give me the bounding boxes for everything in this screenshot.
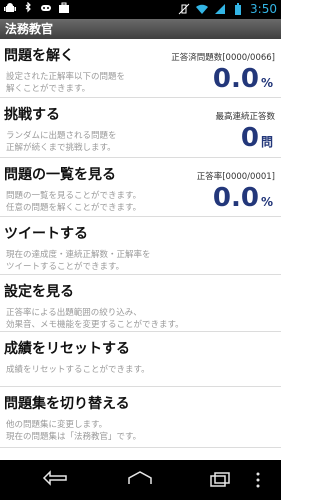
stat-label: 正答済問題数[0000/0066]	[171, 53, 275, 63]
stat-value: 0.0%	[212, 64, 273, 94]
stat-value: 0.0%	[212, 183, 273, 213]
menu-item-desc: 他の問題集に変更します。 現在の問題集は「法務教官」です。	[6, 420, 142, 442]
briefcase-icon	[59, 2, 69, 13]
menu-item-desc: ランダムに出題される問題を 正解が続くまで挑戦します。	[6, 131, 117, 153]
clock: 3:50	[250, 2, 277, 16]
menu-item-settings[interactable]: 設定を見る 正答率による出題範囲の絞り込み、 効果音、メモ機能を変更することがで…	[0, 275, 281, 332]
menu-item-solve[interactable]: 問題を解く 設定された正解率以下の問題を 解くことができます。 正答済問題数[0…	[0, 39, 281, 98]
menu-item-tweet[interactable]: ツイートする 現在の達成度・連続正解数・正解率を ツイートすることができます。	[0, 217, 281, 275]
app-title: 法務教官	[5, 22, 54, 36]
menu-item-desc: 設定された正解率以下の問題を 解くことができます。	[6, 72, 126, 94]
wifi-icon	[196, 4, 209, 14]
menu-item-desc: 問題の一覧を見ることができます。 任意の問題を解くことができます。	[6, 191, 142, 213]
menu-item-list[interactable]: 問題の一覧を見る 問題の一覧を見ることができます。 任意の問題を解くことができま…	[0, 158, 281, 217]
menu-item-title: 問題を解く	[4, 48, 74, 64]
stat-value: 0問	[240, 123, 273, 153]
menu-item-title: 問題の一覧を見る	[4, 167, 116, 183]
battery-icon	[235, 3, 242, 15]
menu-item-title: 設定を見る	[4, 284, 74, 300]
navigation-bar	[0, 460, 281, 500]
menu-item-title: 問題集を切り替える	[4, 396, 130, 412]
back-icon[interactable]	[42, 470, 70, 490]
recent-apps-icon[interactable]	[205, 470, 233, 490]
game-controller-icon	[41, 5, 51, 11]
android-icon	[4, 3, 16, 12]
overflow-menu-icon[interactable]	[252, 470, 264, 490]
menu-item-title: ツイートする	[4, 226, 88, 242]
vibrate-off-icon	[178, 3, 190, 15]
home-icon[interactable]	[126, 470, 154, 490]
menu-item-desc: 成績をリセットすることができます。	[6, 365, 150, 375]
status-bar: 3:50	[0, 0, 281, 19]
menu-item-challenge[interactable]: 挑戦する ランダムに出題される問題を 正解が続くまで挑戦します。 最高連続正答数…	[0, 98, 281, 158]
bluetooth-icon	[25, 2, 31, 13]
menu-item-title: 挑戦する	[4, 107, 60, 123]
menu-item-title: 成績をリセットする	[4, 341, 130, 357]
app-title-bar: 法務教官	[0, 19, 281, 39]
menu-item-reset[interactable]: 成績をリセットする 成績をリセットすることができます。	[0, 332, 281, 387]
signal-icon	[215, 4, 226, 14]
stat-label: 最高連続正答数	[215, 112, 275, 122]
menu-item-switch-set[interactable]: 問題集を切り替える 他の問題集に変更します。 現在の問題集は「法務教官」です。	[0, 387, 281, 448]
stat-label: 正答率[0000/0001]	[196, 172, 275, 182]
menu-item-desc: 現在の達成度・連続正解数・正解率を ツイートすることができます。	[6, 250, 151, 272]
menu-item-desc: 正答率による出題範囲の絞り込み、 効果音、メモ機能を変更することができます。	[6, 308, 184, 330]
menu-list: 問題を解く 設定された正解率以下の問題を 解くことができます。 正答済問題数[0…	[0, 39, 281, 460]
